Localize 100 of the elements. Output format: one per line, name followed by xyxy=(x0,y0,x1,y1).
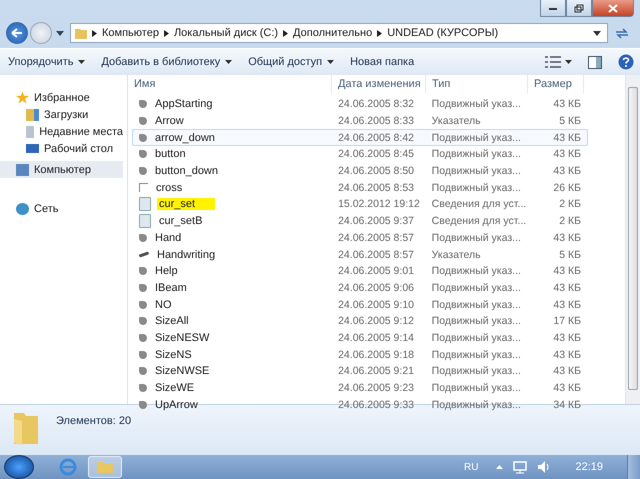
breadcrumb[interactable]: UNDEAD (КУРСОРЫ) xyxy=(387,27,498,39)
table-cell-text: 24.06.2005 9:14 xyxy=(337,332,415,344)
chevron-icon[interactable] xyxy=(164,30,169,36)
toolbar-button[interactable]: Новая папка xyxy=(350,56,414,68)
table-cell-text: 17 КБ xyxy=(552,315,582,328)
column-header[interactable]: Размер xyxy=(528,75,584,93)
file-row[interactable]: cur_setB 24.06.2005 9:37 Сведения для уст... 2 КБ xyxy=(132,212,588,230)
file-name[interactable]: SizeNESW xyxy=(153,332,212,344)
dropdown-caret-icon[interactable] xyxy=(593,30,601,36)
table-cell-text: 24.06.2005 9:06 xyxy=(337,282,415,294)
file-name[interactable]: Hand xyxy=(153,232,184,244)
file-name[interactable]: AppStarting xyxy=(153,98,214,110)
column-header[interactable]: Дата изменения xyxy=(332,75,426,93)
table-cell-text: Подвижный указ... xyxy=(430,348,522,361)
start-button[interactable] xyxy=(4,455,34,479)
speaker-icon[interactable] xyxy=(537,460,552,474)
refresh-icon[interactable] xyxy=(614,27,630,39)
toolbar-button[interactable]: Добавить в библиотеку xyxy=(101,56,232,68)
table-cell-text: Сведения для уст... xyxy=(430,215,528,228)
column-header[interactable]: Тип xyxy=(426,75,528,93)
table-cell-text: Подвижный указ... xyxy=(430,398,522,411)
table-cell-text: Сведения для уст... xyxy=(430,198,528,210)
sidebar-item[interactable]: Загрузки xyxy=(0,106,123,123)
sidebar-item[interactable]: Сеть xyxy=(0,200,123,217)
file-row[interactable]: SizeNWSE 24.06.2005 9:21 Подвижный указ... 43 КБ xyxy=(132,363,588,380)
file-name[interactable]: SizeNWSE xyxy=(153,365,212,378)
sidebar-item[interactable]: Компьютер xyxy=(0,161,123,178)
table-cell-text: 5 КБ xyxy=(558,248,582,261)
file-name[interactable]: NO xyxy=(153,298,174,311)
file-name[interactable]: Arrow xyxy=(153,115,186,128)
sidebar-item[interactable]: Рабочий стол xyxy=(0,140,123,157)
table-cell-text: 43 КБ xyxy=(552,382,582,394)
help-icon[interactable] xyxy=(618,54,634,70)
file-row[interactable]: UpArrow 24.06.2005 9:33 Подвижный указ... 34 КБ xyxy=(132,396,588,414)
file-name[interactable]: UpArrow xyxy=(153,398,200,411)
file-name[interactable]: SizeAll xyxy=(153,315,191,328)
address-bar[interactable]: Компьютер Локальный диск (C:) Дополнительно UNDEAD (КУРСОРЫ) xyxy=(70,23,608,43)
file-row[interactable]: Help 24.06.2005 9:01 Подвижный указ... 43 КБ xyxy=(132,262,588,280)
breadcrumb[interactable]: Дополнительно xyxy=(293,27,372,39)
show-hidden-icons-icon[interactable] xyxy=(496,465,504,469)
file-name[interactable]: SizeNS xyxy=(153,348,194,361)
file-row[interactable]: SizeAll 24.06.2005 9:12 Подвижный указ... 17 КБ xyxy=(132,312,588,330)
restore-button[interactable] xyxy=(566,0,592,17)
table-cell-text: Подвижный указ... xyxy=(430,165,522,178)
dropdown-caret-icon[interactable] xyxy=(56,30,64,36)
file-row[interactable]: Arrow 24.06.2005 8:33 Указатель 5 КБ xyxy=(132,112,588,130)
back-arrow-icon xyxy=(11,28,23,38)
breadcrumb[interactable]: Компьютер xyxy=(102,27,159,39)
chevron-icon[interactable] xyxy=(377,30,382,36)
table-cell-text: Подвижный указ... xyxy=(430,332,522,344)
toolbar-button[interactable]: Упорядочить xyxy=(8,56,86,68)
file-row[interactable]: Handwriting 24.06.2005 8:57 Указатель 5 КБ xyxy=(132,246,588,263)
preview-pane-icon[interactable] xyxy=(588,56,602,68)
toolbar-button[interactable]: Общий доступ xyxy=(248,56,334,68)
file-row[interactable]: cross 24.06.2005 8:53 Подвижный указ... 26 КБ xyxy=(132,179,588,196)
table-cell-text: 34 КБ xyxy=(552,398,582,411)
file-row[interactable]: SizeWE 24.06.2005 9:23 Подвижный указ... 43 КБ xyxy=(132,380,588,396)
file-row[interactable]: SizeNESW 24.06.2005 9:14 Подвижный указ... 43 КБ xyxy=(132,330,588,346)
file-name[interactable]: SizeWE xyxy=(153,382,196,394)
file-row[interactable]: button_down 24.06.2005 8:50 Подвижный указ... 43 КБ xyxy=(132,162,588,180)
chevron-icon[interactable] xyxy=(283,30,288,36)
breadcrumb[interactable]: Локальный диск (C:) xyxy=(174,27,278,39)
chevron-icon[interactable] xyxy=(92,30,97,36)
table-cell-text: Подвижный указ... xyxy=(430,382,522,394)
close-button[interactable] xyxy=(592,0,634,17)
file-name[interactable]: cur_set xyxy=(157,198,216,210)
table-cell-text: 24.06.2005 8:32 xyxy=(337,98,415,110)
file-row[interactable]: Hand 24.06.2005 8:57 Подвижный указ... 43 КБ xyxy=(132,230,588,246)
caret-icon[interactable] xyxy=(565,60,572,64)
file-row[interactable]: IBeam 24.06.2005 9:06 Подвижный указ... 43 КБ xyxy=(132,280,588,296)
caret-icon xyxy=(225,60,232,64)
crosshair-icon xyxy=(139,183,148,192)
file-row[interactable]: NO 24.06.2005 9:10 Подвижный указ... 43 КБ xyxy=(132,296,588,313)
table-cell-text: Подвижный указ... xyxy=(430,132,522,144)
file-name[interactable]: Help xyxy=(153,265,180,278)
table-cell-text: 43 КБ xyxy=(552,282,582,294)
computer-icon xyxy=(16,164,29,176)
network-icon[interactable] xyxy=(513,460,528,474)
file-row[interactable]: SizeNS 24.06.2005 9:18 Подвижный указ... 43 КБ xyxy=(132,346,588,363)
scrollbar[interactable] xyxy=(625,75,640,404)
file-name[interactable]: Handwriting xyxy=(155,248,218,261)
file-row[interactable]: button 24.06.2005 8:45 Подвижный указ... 43 КБ xyxy=(132,146,588,163)
file-name[interactable]: arrow_down xyxy=(153,132,217,144)
minimize-button[interactable] xyxy=(540,0,566,17)
file-name[interactable]: button xyxy=(153,148,188,160)
table-cell-text: 24.06.2005 9:33 xyxy=(337,398,415,411)
file-name[interactable]: button_down xyxy=(153,165,220,178)
file-name[interactable]: cur_setB xyxy=(157,215,204,228)
back-button[interactable] xyxy=(6,22,28,44)
sidebar-item[interactable]: Избранное xyxy=(0,89,123,106)
file-name[interactable]: IBeam xyxy=(153,282,189,294)
column-header[interactable]: Имя xyxy=(128,75,332,93)
file-row[interactable]: arrow_down 24.06.2005 8:42 Подвижный указ... 43 КБ xyxy=(132,129,588,146)
sidebar-item[interactable]: Недавние места xyxy=(0,123,123,140)
file-name[interactable]: cross xyxy=(154,182,184,194)
view-list-icon[interactable] xyxy=(545,56,561,68)
file-row[interactable]: cur_set 15.02.2012 19:12 Сведения для уст... 2 КБ xyxy=(132,196,588,213)
folder-icon xyxy=(75,27,87,39)
file-row[interactable]: AppStarting 24.06.2005 8:32 Подвижный указ... 43 КБ xyxy=(132,96,588,113)
cursor-file-icon xyxy=(139,234,147,242)
